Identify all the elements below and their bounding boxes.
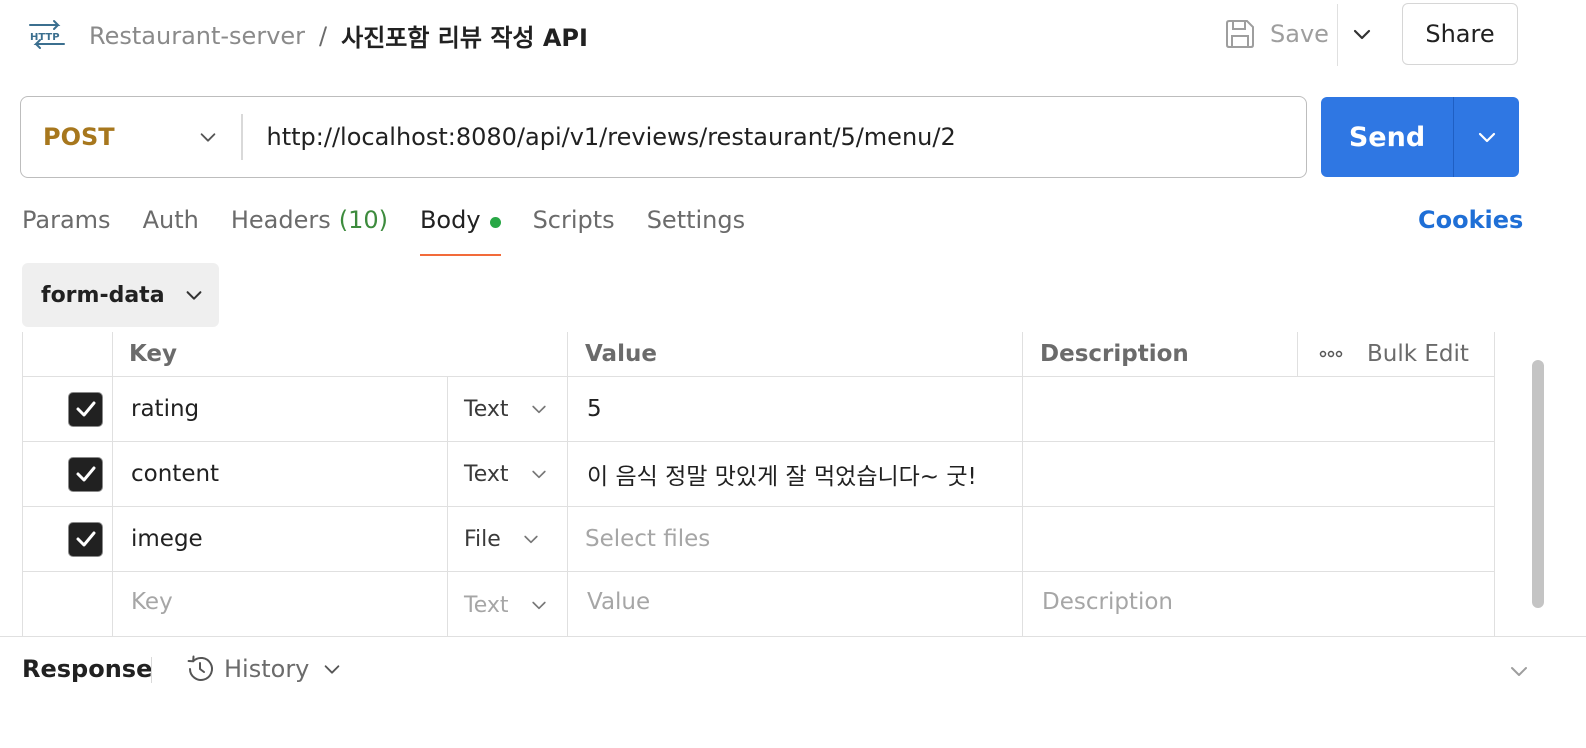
save-icon — [1226, 20, 1254, 48]
tab-settings[interactable]: Settings — [647, 206, 745, 256]
type-label: Text — [464, 396, 509, 422]
body-indicator-dot — [489, 217, 501, 228]
tab-label: Scripts — [532, 206, 615, 234]
collapse-chevron-icon[interactable] — [1507, 659, 1531, 683]
tab-params[interactable]: Params — [22, 206, 111, 256]
bulk-edit-label: Bulk Edit — [1367, 341, 1469, 367]
tab-label: Headers — [230, 206, 331, 234]
value-field[interactable]: 5 — [587, 377, 602, 441]
bulk-edit-button[interactable]: Bulk Edit — [1319, 332, 1469, 376]
tab-body[interactable]: Body — [419, 206, 501, 256]
tab-label: Body — [419, 206, 481, 234]
type-label: File — [464, 526, 501, 552]
method-label: POST — [43, 123, 115, 151]
chevron-down-icon — [200, 133, 216, 142]
breadcrumb-separator: / — [319, 21, 328, 50]
method-select[interactable]: POST — [21, 97, 241, 177]
send-button[interactable]: Send — [1321, 97, 1453, 177]
table-row: content Text 이 음식 정말 맛있게 잘 먹었습니다~ 굿! — [23, 442, 1494, 507]
tab-label: Auth — [142, 206, 199, 234]
chevron-down-icon — [531, 601, 546, 610]
divider — [1337, 4, 1338, 66]
response-label: Response — [22, 655, 153, 683]
new-value-input[interactable]: Value — [587, 572, 650, 632]
column-header-description: Description — [1040, 341, 1189, 367]
table-row: imege File Select files — [23, 507, 1494, 572]
send-options-button[interactable] — [1454, 97, 1519, 177]
row-checkbox[interactable] — [68, 456, 103, 492]
new-description-input[interactable]: Description — [1042, 572, 1173, 632]
tab-label: Settings — [646, 206, 746, 234]
breadcrumb-collection[interactable]: Restaurant-server — [89, 22, 305, 50]
chevron-down-icon — [325, 665, 340, 674]
checkmark-icon — [76, 466, 95, 482]
chevron-down-icon — [524, 535, 538, 544]
checkmark-icon — [76, 531, 95, 547]
url-input[interactable]: http://localhost:8080/api/v1/reviews/res… — [243, 123, 956, 151]
table-row: rating Text 5 — [23, 377, 1494, 442]
new-table-row: Key Text Value Description — [23, 572, 1494, 636]
more-icon[interactable] — [1319, 349, 1343, 359]
response-panel: Response History — [0, 636, 1586, 748]
table-header-row: Key Value Description Bulk Edit — [23, 332, 1494, 377]
chevron-down-icon — [1478, 132, 1495, 143]
chevron-down-icon — [531, 405, 546, 414]
checkmark-icon — [76, 401, 95, 417]
chevron-down-icon — [186, 291, 201, 300]
history-icon — [187, 655, 213, 681]
type-label: Text — [464, 592, 509, 618]
svg-text:HTTP: HTTP — [30, 32, 60, 43]
save-label: Save — [1270, 20, 1329, 48]
type-select[interactable]: File — [464, 507, 541, 571]
http-icon: HTTP — [29, 20, 65, 49]
history-button[interactable]: History — [184, 653, 343, 685]
url-bar: POST http://localhost:8080/api/v1/review… — [20, 96, 1307, 178]
request-tabs: Params Auth Headers (10) Body Scripts Set… — [22, 206, 777, 256]
type-select[interactable]: Text — [464, 377, 549, 441]
body-type-label: form-data — [41, 282, 165, 308]
type-select[interactable]: Text — [464, 572, 549, 636]
type-label: Text — [464, 461, 509, 487]
column-header-key: Key — [129, 341, 178, 367]
headers-count: (10) — [338, 206, 388, 234]
tab-headers[interactable]: Headers (10) — [231, 206, 388, 256]
key-field[interactable]: imege — [131, 507, 203, 571]
cookies-link[interactable]: Cookies — [1418, 206, 1523, 234]
divider — [151, 657, 152, 683]
body-type-select[interactable]: form-data — [22, 263, 219, 327]
save-button[interactable]: Save — [1224, 14, 1329, 54]
tab-scripts[interactable]: Scripts — [533, 206, 615, 256]
scrollbar[interactable] — [1532, 360, 1544, 608]
chevron-down-icon — [531, 470, 546, 479]
select-files-button[interactable]: Select files — [585, 507, 710, 571]
key-field[interactable]: content — [131, 442, 219, 506]
request-header: HTTP Restaurant-server / 사진포함 리뷰 작성 API … — [0, 0, 1586, 68]
send-button-group: Send — [1321, 97, 1519, 177]
tab-label: Params — [22, 206, 111, 234]
chevron-down-icon[interactable] — [1350, 22, 1374, 46]
share-button[interactable]: Share — [1402, 3, 1518, 65]
form-data-table: Key Value Description Bulk Edit rating T… — [22, 332, 1495, 636]
value-field[interactable]: 이 음식 정말 맛있게 잘 먹었습니다~ 굿! — [587, 442, 977, 506]
type-select[interactable]: Text — [464, 442, 549, 506]
key-field[interactable]: rating — [131, 377, 199, 441]
history-label: History — [224, 655, 310, 683]
new-key-input[interactable]: Key — [131, 572, 173, 632]
column-header-value: Value — [585, 341, 657, 367]
row-checkbox[interactable] — [68, 521, 103, 557]
row-checkbox[interactable] — [68, 391, 103, 427]
request-name[interactable]: 사진포함 리뷰 작성 API — [341, 18, 588, 53]
breadcrumb: Restaurant-server / 사진포함 리뷰 작성 API — [89, 18, 588, 53]
tab-auth[interactable]: Auth — [143, 206, 199, 256]
